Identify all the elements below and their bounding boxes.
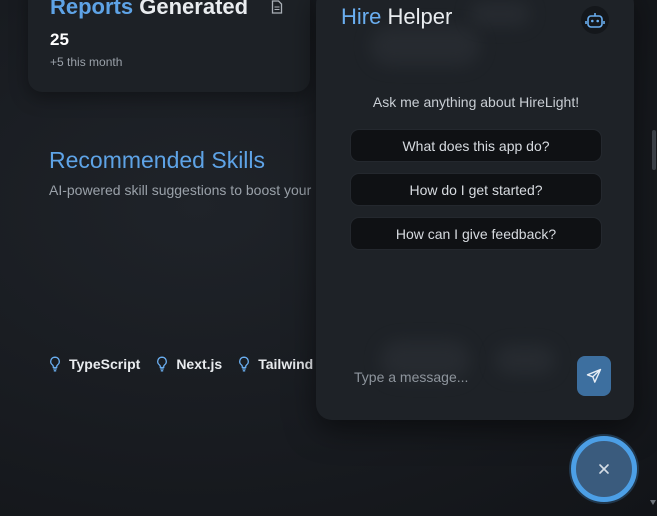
scroll-down-arrow[interactable] [650, 500, 656, 505]
chat-toggle-button[interactable] [571, 436, 637, 502]
skill-label: TypeScript [69, 356, 141, 372]
send-icon [586, 368, 602, 383]
bot-icon [585, 13, 605, 28]
stat-value: 25 [50, 30, 69, 49]
close-icon [599, 464, 609, 474]
skill-label: Tailwind [258, 356, 314, 372]
document-icon [271, 0, 283, 14]
lightbulb-icon [50, 356, 60, 372]
suggestion-button[interactable]: What does this app do? [350, 129, 602, 162]
blurred-decoration [370, 26, 480, 66]
chat-intro: Ask me anything about HireLight! [372, 94, 580, 110]
skill-item: Tailwind [238, 356, 313, 372]
skill-item: Next.js [156, 356, 222, 372]
skill-label: Next.js [176, 356, 223, 372]
chat-title-part2: Helper [387, 4, 453, 29]
scrollbar-thumb[interactable] [652, 130, 656, 170]
chat-title: Hire Helper [341, 4, 452, 30]
send-button[interactable] [577, 356, 611, 396]
lightbulb-icon [157, 356, 168, 372]
message-input-wrapper [340, 360, 570, 394]
recommended-skills-subtitle: AI-powered skill suggestions to boost yo… [49, 182, 315, 198]
skill-list: TypeScript Next.js Tailwind [49, 356, 315, 372]
recommended-skills-title: Recommended Skills [49, 147, 266, 173]
lightbulb-icon [239, 356, 250, 372]
stat-title-part2: Generated [139, 0, 249, 19]
message-input[interactable] [340, 360, 570, 394]
suggestion-button[interactable]: How can I give feedback? [350, 217, 602, 250]
stat-title: Reports Generated [50, 0, 248, 20]
stat-change: +5 this month [50, 55, 123, 69]
stat-title-part1: Reports [50, 0, 134, 19]
skill-item: TypeScript [49, 356, 140, 372]
suggestion-button[interactable]: How do I get started? [350, 173, 602, 206]
bot-avatar-button[interactable] [581, 6, 609, 34]
blurred-decoration [470, 2, 530, 26]
chat-title-part1: Hire [341, 4, 382, 29]
